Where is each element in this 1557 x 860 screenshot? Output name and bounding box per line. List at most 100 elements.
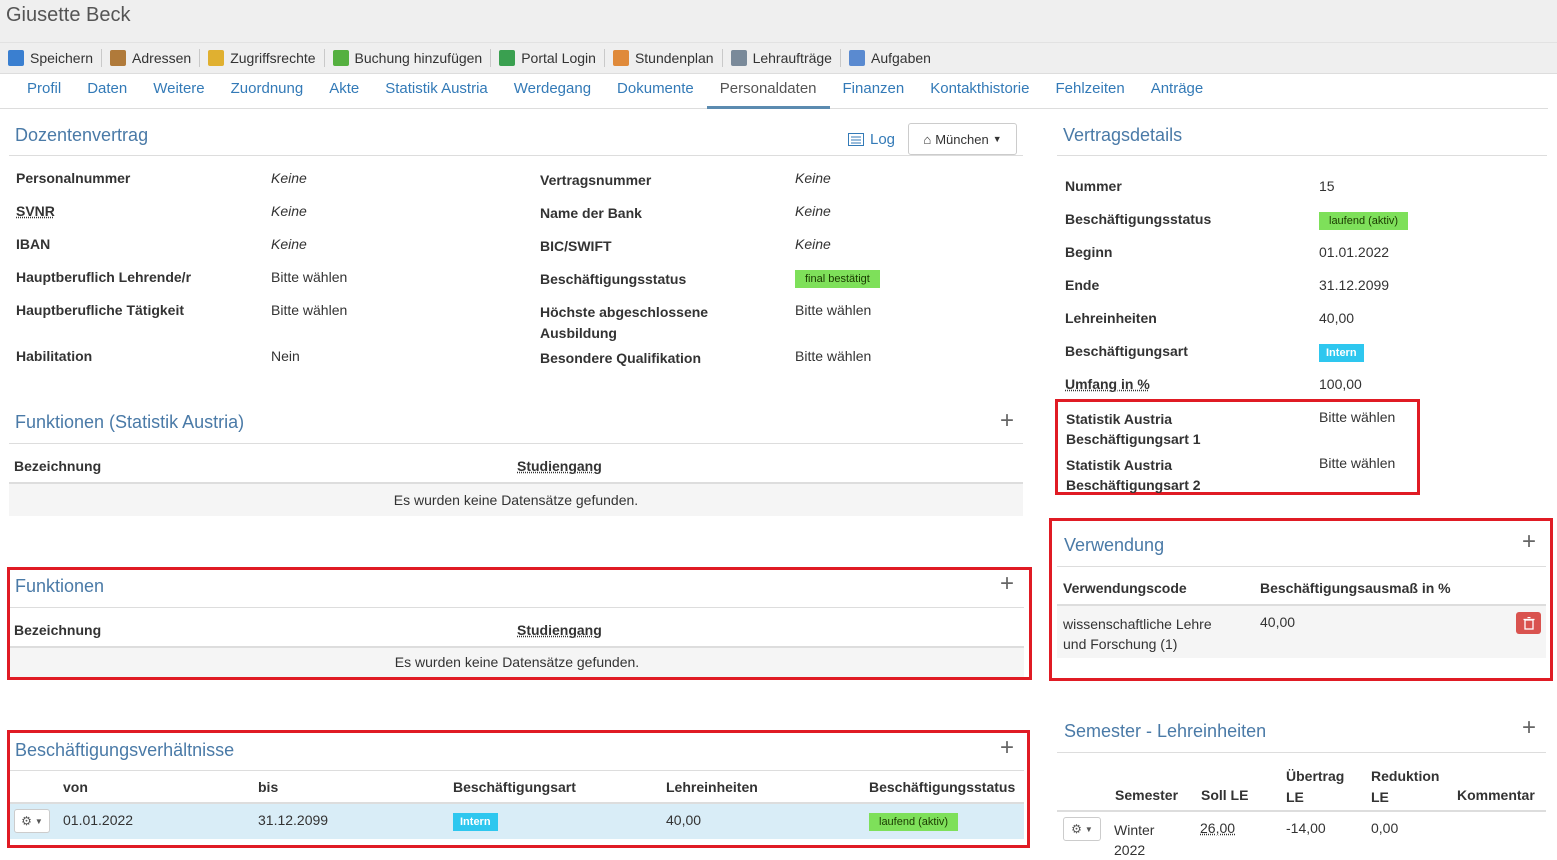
divider: [10, 607, 1024, 608]
field-label: Hauptberufliche Tätigkeit: [16, 302, 185, 318]
toolbar-button-stundenplan[interactable]: Stundenplan: [612, 50, 722, 66]
field-value: 15: [1319, 178, 1335, 194]
toolbar-separator: [490, 49, 492, 67]
tab-fehlzeiten[interactable]: Fehlzeiten: [1042, 74, 1137, 109]
column-header-beschaeftigungsstatus: Beschäftigungsstatus: [869, 779, 1016, 795]
tab-anträge[interactable]: Anträge: [1138, 74, 1217, 109]
gear-icon: ⚙: [21, 814, 32, 828]
tab-zuordnung[interactable]: Zuordnung: [218, 74, 317, 109]
tab-personaldaten[interactable]: Personaldaten: [706, 74, 830, 109]
header-line: Reduktion: [1371, 768, 1440, 784]
tab-daten[interactable]: Daten: [74, 74, 140, 109]
cell-soll-le[interactable]: 26,00: [1200, 820, 1235, 836]
cell-line: 2022: [1114, 842, 1146, 858]
column-header-bis: bis: [258, 779, 279, 795]
badge-beschaeftigungsart: Intern: [453, 813, 498, 831]
toolbar: Speichern Adressen Zugriffsrechte Buchung h…: [0, 42, 1557, 74]
toolbar-button-buchung-hinzufügen[interactable]: Buchung hinzufügen: [332, 50, 491, 66]
header-line: Übertrag: [1286, 768, 1345, 784]
field-value: Nein: [271, 348, 300, 364]
toolbar-button-portal-login[interactable]: Portal Login: [499, 50, 604, 66]
toolbar-separator: [603, 49, 605, 67]
toolbar-separator: [721, 49, 723, 67]
add-verwendung-plus-icon[interactable]: +: [1522, 530, 1536, 554]
column-header-verwendungscode: Verwendungscode: [1063, 580, 1187, 596]
toolbar-separator: [199, 49, 201, 67]
field-label: Umfang in %: [1065, 376, 1150, 392]
column-header-reduktion-le: Reduktion LE: [1371, 766, 1439, 808]
status-badge: laufend (aktiv): [869, 813, 959, 831]
tab-werdegang[interactable]: Werdegang: [501, 74, 604, 109]
toolbar-label: Adressen: [132, 50, 192, 66]
field-value: Bitte wählen: [271, 302, 348, 318]
field-value: 31.12.2099: [1319, 277, 1390, 293]
divider: [9, 155, 1023, 156]
toolbar-separator: [323, 49, 325, 67]
toolbar-button-adressen[interactable]: Adressen: [110, 50, 199, 66]
empty-message: Es wurden keine Datensätze gefunden.: [10, 648, 1024, 677]
delete-button[interactable]: [1516, 612, 1541, 634]
column-header-studiengang: Studiengang: [517, 458, 602, 474]
field-label: Beschäftigungsstatus: [1065, 211, 1212, 227]
field-value: Keine: [795, 170, 831, 186]
tab-kontakthistorie[interactable]: Kontakthistorie: [917, 74, 1042, 109]
window-titlebar: Giusette Beck: [0, 0, 1557, 42]
row-actions-dropdown[interactable]: ⚙ ▼: [14, 809, 50, 833]
label-line: Statistik Austria: [1066, 411, 1173, 427]
toolbar-button-zugriffsrechte[interactable]: Zugriffsrechte: [208, 50, 323, 66]
caret-down-icon: ▼: [34, 816, 43, 826]
window-title: Giusette Beck: [6, 4, 131, 26]
verwendung-title: Verwendung: [1064, 535, 1165, 555]
tab-akte[interactable]: Akte: [316, 74, 372, 109]
field-label: Höchste abgeschlossene Ausbildung: [540, 302, 708, 344]
toolbar-button-lehraufträge[interactable]: Lehraufträge: [730, 50, 840, 66]
cell-beschaeftigungsausmass: 40,00: [1260, 614, 1296, 630]
cell-line: und Forschung (1): [1063, 636, 1178, 652]
cell-von: 01.01.2022: [63, 812, 134, 828]
divider: [10, 770, 1024, 771]
add-semester-plus-icon[interactable]: +: [1522, 716, 1536, 740]
tab-weitere[interactable]: Weitere: [140, 74, 217, 109]
toolbar-separator: [839, 49, 841, 67]
add-funktion-plus-icon[interactable]: +: [1000, 572, 1014, 596]
tab-profil[interactable]: Profil: [14, 74, 74, 109]
log-button[interactable]: Log: [848, 131, 895, 148]
toolbar-button-speichern[interactable]: Speichern: [8, 50, 101, 66]
column-header-beschaeftigungsausmass: Beschäftigungsausmaß in %: [1260, 580, 1451, 596]
field-value: Keine: [795, 203, 831, 219]
cell-line: wissenschaftliche Lehre: [1063, 616, 1212, 632]
field-value: Keine: [271, 236, 307, 252]
value-statistik-austria-2: Bitte wählen: [1319, 455, 1396, 471]
tab-dokumente[interactable]: Dokumente: [604, 74, 707, 109]
label-line: Name der Bank: [540, 205, 642, 221]
field-value: 40,00: [1319, 310, 1355, 326]
location-dropdown[interactable]: ⌂ München ▼: [908, 123, 1017, 155]
field-label: Nummer: [1065, 178, 1122, 194]
toolbar-label: Buchung hinzufügen: [354, 50, 483, 66]
cell-bis: 31.12.2099: [258, 812, 329, 828]
add-beschaeftigung-plus-icon[interactable]: +: [1000, 736, 1014, 760]
cell-semester: Winter 2022: [1114, 820, 1154, 860]
column-header-beschaeftigungsart: Beschäftigungsart: [453, 779, 576, 795]
toolbar-label: Zugriffsrechte: [230, 50, 316, 66]
address-book-icon: [110, 50, 127, 66]
label-line: Statistik Austria: [1066, 457, 1173, 473]
lock-icon: [208, 50, 225, 66]
tab-statistik-austria[interactable]: Statistik Austria: [372, 74, 501, 109]
column-header-uebertrag-le: Übertrag LE: [1286, 766, 1344, 808]
label-statistik-austria-2: Statistik Austria Beschäftigungsart 2: [1066, 455, 1201, 495]
column-header-lehreinheiten: Lehreinheiten: [666, 779, 758, 795]
caret-down-icon: ▼: [1084, 824, 1093, 834]
toolbar-button-aufgaben[interactable]: Aufgaben: [848, 50, 939, 66]
empty-message: Es wurden keine Datensätze gefunden.: [9, 484, 1023, 516]
field-label: Beschäftigungsstatus: [540, 269, 686, 290]
label-line: Vertragsnummer: [540, 172, 652, 188]
row-actions-dropdown[interactable]: ⚙ ▼: [1063, 817, 1101, 841]
field-value: Keine: [271, 170, 307, 186]
toolbar-label: Portal Login: [521, 50, 596, 66]
car-icon: [730, 50, 747, 66]
tab-finanzen[interactable]: Finanzen: [830, 74, 918, 109]
divider: [1057, 752, 1546, 753]
label-line: BIC/SWIFT: [540, 238, 612, 254]
add-funktion-statistik-plus-icon[interactable]: +: [1000, 409, 1014, 433]
